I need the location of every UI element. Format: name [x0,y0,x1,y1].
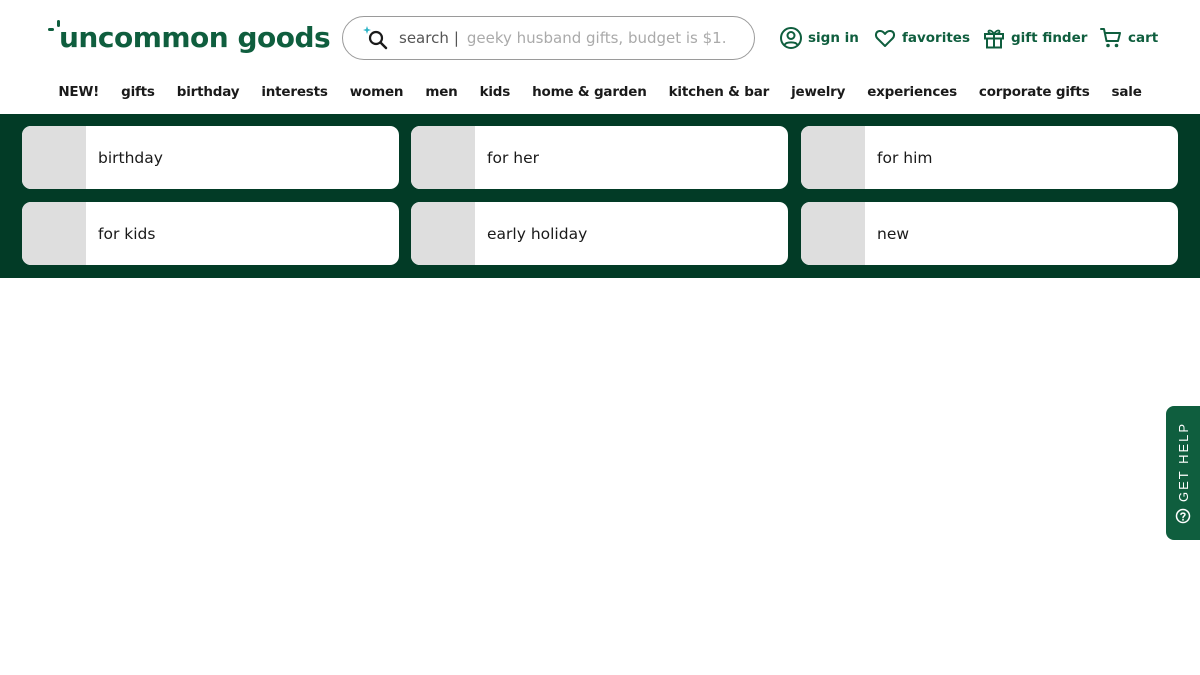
nav-item-home-garden[interactable]: home & garden [521,84,658,100]
site-header: uncommon goods search | sign in favorite… [0,0,1200,70]
logo-text: uncommon goods [59,21,331,54]
get-help-label: GET HELP [1175,421,1191,503]
favorites-label: favorites [902,30,970,46]
category-label: early holiday [487,224,588,243]
nav-item-men[interactable]: men [414,84,468,100]
category-card-new[interactable]: new [801,202,1178,265]
category-thumbnail [801,202,865,265]
nav-item-birthday[interactable]: birthday [166,84,251,100]
category-card-early-holiday[interactable]: early holiday [411,202,788,265]
search-label: search [399,29,449,47]
get-help-tab[interactable]: GET HELP [1166,406,1200,540]
search-input[interactable] [466,29,727,47]
search-separator: | [453,29,459,47]
logo-spark-icon [48,20,60,31]
nav-item-women[interactable]: women [339,84,415,100]
nav-item-interests[interactable]: interests [250,84,338,100]
category-thumbnail [801,126,865,189]
question-icon [1175,508,1191,524]
cart-label: cart [1128,30,1159,46]
category-card-for-her[interactable]: for her [411,126,788,189]
nav-item-new[interactable]: NEW! [47,84,110,100]
favorites-link[interactable]: favorites [873,26,970,50]
nav-item-experiences[interactable]: experiences [856,84,968,100]
ai-search-icon [363,26,388,50]
category-thumbnail [22,202,86,265]
logo[interactable]: uncommon goods [46,18,331,58]
gift-finder-link[interactable]: gift finder [982,26,1087,50]
category-card-for-kids[interactable]: for kids [22,202,399,265]
nav-item-gifts[interactable]: gifts [110,84,166,100]
sign-in-link[interactable]: sign in [779,26,859,50]
cart-icon [1100,28,1121,48]
category-label: birthday [98,148,163,167]
main-nav: NEW! gifts birthday interests women men … [0,70,1200,114]
category-thumbnail [411,126,475,189]
nav-item-kitchen-bar[interactable]: kitchen & bar [658,84,780,100]
get-help-content: GET HELP [1175,422,1191,524]
nav-item-jewelry[interactable]: jewelry [780,84,856,100]
user-icon [780,27,802,49]
category-label: for him [877,148,933,167]
nav-item-sale[interactable]: sale [1101,84,1153,100]
cart-link[interactable]: cart [1099,26,1158,50]
sign-in-label: sign in [808,30,859,46]
category-label: for her [487,148,539,167]
gift-finder-label: gift finder [1011,30,1088,46]
nav-item-corporate-gifts[interactable]: corporate gifts [968,84,1101,100]
nav-item-kids[interactable]: kids [469,84,522,100]
category-thumbnail [22,126,86,189]
category-label: for kids [98,224,156,243]
search-bar[interactable]: search | [342,16,755,60]
category-card-birthday[interactable]: birthday [22,126,399,189]
category-card-for-him[interactable]: for him [801,126,1178,189]
category-label: new [877,224,910,243]
gift-icon [984,29,1004,49]
category-band: birthday for her for him for kids early … [0,114,1200,278]
category-thumbnail [411,202,475,265]
heart-icon [874,29,896,47]
